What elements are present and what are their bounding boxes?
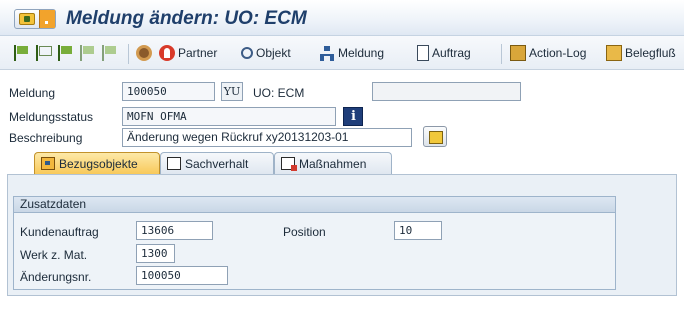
tab-sachverhalt[interactable]: Sachverhalt [160,152,274,174]
meldungsart-field[interactable]: YU [221,82,243,101]
dropdown-icon [39,10,55,28]
toolbar-separator [128,44,129,64]
objekt-button[interactable]: Objekt [241,44,291,62]
status-field[interactable]: MOFN OFMA [122,107,336,126]
page-title: Meldung ändern: UO: ECM [66,8,307,29]
auftrag-label: Auftrag [432,46,471,60]
flag-check-button[interactable] [80,44,99,62]
action-log-label: Action-Log [529,46,587,60]
tasks-icon [281,157,297,171]
hierarchy-icon [319,45,335,61]
zusatzdaten-title: Zusatzdaten [13,196,616,213]
tab-bezugsobjekte[interactable]: Bezugsobjekte [34,152,160,174]
toolbar-separator [501,44,502,64]
tab-label: Maßnahmen [299,156,367,171]
beschreibung-field[interactable]: Änderung wegen Rückruf xy20131203-01 [122,128,412,147]
flag-double-icon [58,45,74,61]
tab-massnahmen[interactable]: Maßnahmen [274,152,392,174]
kundenauftrag-label: Kundenauftrag [20,225,99,239]
flag-outline-icon [36,45,52,61]
flag-check-icon [80,45,96,61]
flag-button[interactable] [14,44,33,62]
tab-strip: Bezugsobjekte Sachverhalt Maßnahmen [0,152,684,174]
beschreibung-label: Beschreibung [9,131,83,145]
title-bar: Meldung ändern: UO: ECM [0,0,684,36]
meldung-button[interactable]: Meldung [319,44,384,62]
flag-cancel-button[interactable] [102,44,121,62]
system-menu-button[interactable] [14,9,56,29]
action-log-button[interactable]: Action-Log [510,44,586,62]
status-label: Meldungsstatus [9,110,94,124]
object-icon [41,157,55,170]
position-label: Position [283,225,326,239]
aenderungsnr-field[interactable]: 100050 [136,266,228,285]
meldung-text: UO: ECM [253,86,305,100]
position-field[interactable]: 10 [394,221,442,240]
sap-menu-icon [19,13,35,25]
meldung-label: Meldung [9,86,56,100]
log-icon [510,45,526,61]
edit-text-button[interactable] [423,126,447,147]
settings-button[interactable] [136,44,155,62]
flag-outline-button[interactable] [36,44,55,62]
flag-cancel-icon [102,45,118,61]
meldung-field[interactable]: 100050 [122,82,215,101]
werk-label: Werk z. Mat. [20,248,88,262]
search-icon [241,47,253,59]
settings-icon [136,45,152,61]
objekt-label: Objekt [256,46,291,60]
flag-icon [14,45,30,61]
auftrag-button[interactable]: Auftrag [417,44,471,62]
application-toolbar: Partner Objekt Meldung Auftrag Action-Lo… [0,36,684,70]
flag-double-button[interactable] [58,44,77,62]
belegfluss-label: Belegfluß [625,46,676,60]
kundenauftrag-field[interactable]: 13606 [136,221,213,240]
notes-icon [167,157,181,170]
document-flow-icon [606,45,622,61]
werk-field[interactable]: 1300 [136,244,175,263]
document-icon [417,45,429,61]
aenderungsnr-label: Änderungsnr. [20,270,92,284]
belegfluss-button[interactable]: Belegfluß [606,44,676,62]
tab-label: Bezugsobjekte [59,156,138,171]
partner-icon [159,45,175,61]
tab-label: Sachverhalt [185,156,249,171]
partner-label: Partner [178,46,218,60]
meldung-label: Meldung [338,46,385,60]
extra-field[interactable] [372,82,521,101]
partner-button[interactable]: Partner [159,44,217,62]
info-icon[interactable] [343,107,363,126]
